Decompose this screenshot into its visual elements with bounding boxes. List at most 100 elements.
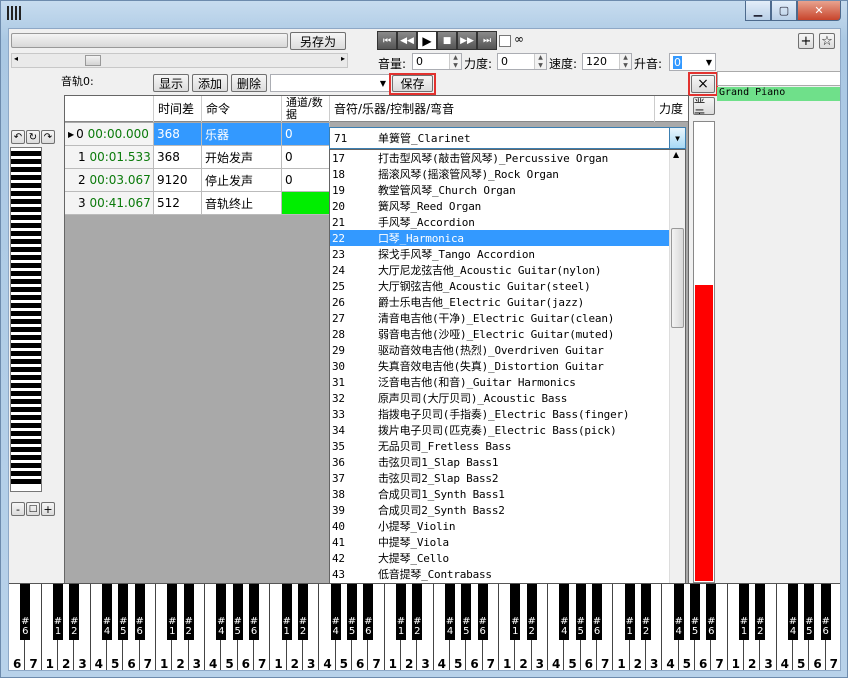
zoom-reset-button[interactable]: □ — [26, 502, 40, 516]
piano-black-key[interactable]: #5 — [690, 584, 700, 640]
row-delta[interactable]: 9120 — [154, 169, 202, 192]
speed-stepper[interactable]: 120 ▲ ▼ — [582, 53, 632, 70]
track-select[interactable]: ▼ — [270, 74, 390, 92]
row-channel[interactable]: 0 — [282, 123, 330, 146]
piano-black-key[interactable]: #6 — [249, 584, 259, 640]
speed-spin-icon[interactable]: ▲ ▼ — [619, 54, 631, 69]
volume-spin-icon[interactable]: ▲ ▼ — [449, 54, 461, 69]
zoom-out-button[interactable]: - — [11, 502, 25, 516]
piano-black-key[interactable]: #6 — [820, 584, 831, 640]
instrument-option[interactable]: 43 低音提琴_Contrabass — [330, 566, 685, 582]
instrument-option[interactable]: 20 簧风琴_Reed Organ — [330, 198, 685, 214]
piano-black-key[interactable]: #6 — [477, 584, 488, 640]
instrument-combobox[interactable]: 71 单簧管_Clarinet ▼ — [329, 127, 686, 149]
add-track-button[interactable]: + — [798, 33, 814, 49]
header-command[interactable]: 命令 — [202, 96, 282, 122]
instrument-option[interactable]: 27 清音电吉他(干净)_Electric Guitar(clean) — [330, 310, 685, 326]
piano-black-key[interactable]: #4 — [102, 584, 112, 640]
piano-black-key[interactable]: #4 — [330, 584, 341, 640]
header-channel[interactable]: 通道/数据 — [282, 96, 330, 122]
redo-icon[interactable]: ↷ — [41, 130, 55, 144]
pitch-select[interactable]: 0 ▼ — [669, 53, 716, 71]
zoom-in-button[interactable]: + — [41, 502, 55, 516]
instrument-option[interactable]: 18 摇滚风琴(摇滚管风琴)_Rock Organ — [330, 166, 685, 182]
piano-black-key[interactable]: #6 — [706, 584, 717, 640]
piano-black-key[interactable]: #4 — [216, 584, 227, 640]
piano-black-key[interactable]: #1 — [167, 584, 178, 640]
piano-black-key[interactable]: #1 — [281, 584, 292, 640]
instrument-option[interactable]: 33 指拨电子贝司(手指奏)_Electric Bass(finger) — [330, 406, 685, 422]
piano-black-key[interactable]: #2 — [69, 584, 80, 640]
force-spin-icon[interactable]: ▲ ▼ — [534, 54, 546, 69]
instrument-option[interactable]: 38 合成贝司1_Synth Bass1 — [330, 486, 685, 502]
piano-black-key[interactable]: #6 — [134, 584, 145, 640]
minimize-button[interactable]: ▁ — [745, 1, 771, 21]
instrument-option[interactable]: 17 打击型风琴(敲击管风琴)_Percussive Organ — [330, 150, 685, 166]
close-window-button[interactable]: ✕ — [797, 1, 841, 21]
timeline-scroll-thumb[interactable] — [85, 55, 101, 66]
forward-icon[interactable]: ▶▶ — [457, 31, 477, 50]
timeline-scrollbar[interactable]: ◂ ▸ — [11, 53, 348, 68]
piano-black-key[interactable]: #5 — [118, 584, 129, 640]
piano-black-key[interactable]: #6 — [20, 584, 31, 640]
instrument-option[interactable]: 28 弱音电吉他(沙哑)_Electric Guitar(muted) — [330, 326, 685, 342]
show-button[interactable]: 显示 — [153, 74, 189, 92]
header-force[interactable]: 力度 — [655, 96, 688, 122]
piano-black-key[interactable]: #2 — [298, 584, 308, 640]
piano-black-key[interactable]: #6 — [363, 584, 374, 640]
rewind-icon[interactable]: ◀◀ — [397, 31, 417, 50]
header-note[interactable]: 音符/乐器/控制器/弯音 — [330, 96, 655, 122]
piano-black-key[interactable]: #2 — [641, 584, 651, 640]
instrument-option[interactable]: 29 驱动音效电吉他(热烈)_Overdriven Guitar — [330, 342, 685, 358]
save-button[interactable]: 保存 — [392, 75, 433, 92]
piano-black-key[interactable]: #1 — [510, 584, 521, 640]
side-instrument-label[interactable]: Grand Piano — [717, 87, 840, 101]
piano-black-key[interactable]: #2 — [412, 584, 423, 640]
piano-black-key[interactable]: #5 — [575, 584, 586, 640]
piano-black-key[interactable]: #4 — [559, 584, 570, 640]
volume-stepper[interactable]: 0 ▲ ▼ — [412, 53, 462, 70]
delete-button[interactable]: 删除 — [231, 74, 267, 92]
instrument-option[interactable]: 32 原声贝司(大厅贝司)_Acoustic Bass — [330, 390, 685, 406]
piano-keyboard[interactable]: 6712345671234567123456712345671234567123… — [9, 583, 840, 670]
side-show-button[interactable]: 显示 — [693, 97, 715, 115]
instrument-option[interactable]: 19 教堂管风琴_Church Organ — [330, 182, 685, 198]
scroll-right-icon[interactable]: ▸ — [341, 54, 345, 63]
row-channel[interactable]: 0 — [282, 169, 330, 192]
instrument-option[interactable]: 30 失真音效电吉他(失真)_Distortion Guitar — [330, 358, 685, 374]
side-input[interactable] — [717, 71, 840, 86]
vertical-keyboard[interactable] — [10, 147, 42, 492]
piano-black-key[interactable]: #2 — [183, 584, 194, 640]
refresh-icon[interactable]: ↻ — [26, 130, 40, 144]
instrument-option[interactable]: 35 无品贝司_Fretless Bass — [330, 438, 685, 454]
row-delta[interactable]: 368 — [154, 123, 202, 146]
instrument-option[interactable]: 25 大厅钢弦吉他_Acoustic Guitar(steel) — [330, 278, 685, 294]
list-scrollbar[interactable]: ▲ ▼ — [669, 150, 685, 630]
instrument-option[interactable]: 24 大厅尼龙弦吉他_Acoustic Guitar(nylon) — [330, 262, 685, 278]
force-stepper[interactable]: 0 ▲ ▼ — [497, 53, 547, 70]
maximize-button[interactable]: ▢ — [771, 1, 797, 21]
close-panel-button[interactable]: × — [691, 75, 715, 93]
piano-black-key[interactable]: #6 — [592, 584, 602, 640]
instrument-option[interactable]: 21 手风琴_Accordion — [330, 214, 685, 230]
skip-start-icon[interactable]: ⏮ — [377, 31, 397, 50]
instrument-option[interactable]: 42 大提琴_Cello — [330, 550, 685, 566]
instrument-option[interactable]: 26 爵士乐电吉他_Electric Guitar(jazz) — [330, 294, 685, 310]
piano-black-key[interactable]: #2 — [755, 584, 766, 640]
stop-icon[interactable]: ■ — [437, 31, 457, 50]
piano-black-key[interactable]: #1 — [624, 584, 635, 640]
header-delta[interactable]: 时间差 — [154, 96, 202, 122]
piano-black-key[interactable]: #5 — [804, 584, 815, 640]
piano-black-key[interactable]: #4 — [673, 584, 684, 640]
skip-end-icon[interactable]: ⏭ — [477, 31, 497, 50]
instrument-option[interactable]: 39 合成贝司2_Synth Bass2 — [330, 502, 685, 518]
row-command[interactable]: 乐器 — [202, 123, 282, 146]
piano-black-key[interactable]: #4 — [445, 584, 455, 640]
row-command[interactable]: 音轨终止 — [202, 192, 282, 215]
piano-black-key[interactable]: #1 — [53, 584, 63, 640]
row-delta[interactable]: 512 — [154, 192, 202, 215]
piano-black-key[interactable]: #2 — [526, 584, 537, 640]
instrument-option[interactable]: 36 击弦贝司1_Slap Bass1 — [330, 454, 685, 470]
scroll-left-icon[interactable]: ◂ — [14, 54, 18, 63]
track-dropdown-icon[interactable]: ▼ — [380, 79, 386, 88]
